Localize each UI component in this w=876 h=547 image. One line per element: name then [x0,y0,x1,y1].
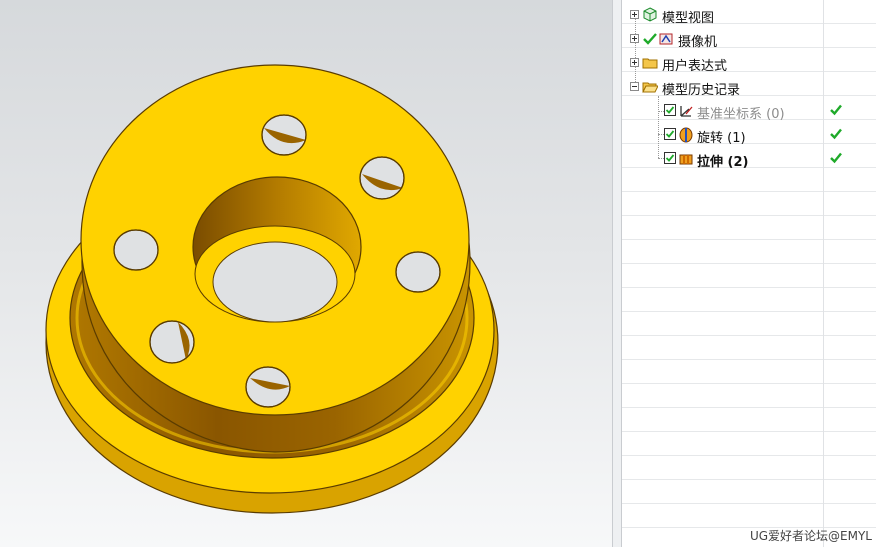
camera-icon [659,33,673,45]
nav-item-label: 模型视图 [662,11,715,26]
visibility-checkbox[interactable] [664,128,676,140]
nav-item-model-views[interactable]: 模型视图 [622,3,876,27]
visibility-checkbox[interactable] [664,104,676,116]
panel-splitter[interactable] [612,0,622,547]
model-view-icon [643,7,657,22]
expand-icon[interactable] [630,58,639,67]
through-bore [212,241,338,323]
graphics-viewport[interactable] [0,0,612,547]
collapse-icon[interactable] [630,82,639,91]
folder-icon [642,58,658,69]
flange-model[interactable] [0,0,612,547]
nav-item-label: 模型历史记录 [662,83,741,98]
extrude-icon [679,154,693,165]
datum-csys-icon [680,106,693,117]
nav-item-cameras[interactable]: 摄像机 [622,27,876,51]
watermark: UG爱好者论坛@EMYL [749,529,872,543]
up-to-date-check-icon [830,128,842,140]
part-navigator: 模型视图 摄像机 用户表达式 模型历史记录 基准坐标系 (0) 旋转 (1) 拉… [622,0,876,547]
history-item-label: 基准坐标系 (0) [697,107,785,122]
expand-icon[interactable] [630,10,639,19]
up-to-date-check-icon [830,104,842,116]
history-item-revolve[interactable]: 旋转 (1) [622,123,876,147]
revolve-icon [679,127,693,143]
checkmark-icon [643,33,657,45]
nav-item-user-expressions[interactable]: 用户表达式 [622,51,876,75]
nav-item-label: 摄像机 [678,35,718,50]
folder-open-icon [642,82,658,93]
history-item-datum-csys[interactable]: 基准坐标系 (0) [622,99,876,123]
visibility-checkbox[interactable] [664,152,676,164]
up-to-date-check-icon [830,152,842,164]
history-item-label: 拉伸 (2) [697,155,749,170]
history-item-extrude[interactable]: 拉伸 (2) [622,147,876,171]
nav-item-label: 用户表达式 [662,59,728,74]
nav-item-model-history[interactable]: 模型历史记录 [622,75,876,99]
expand-icon[interactable] [630,34,639,43]
history-item-label: 旋转 (1) [697,131,746,146]
